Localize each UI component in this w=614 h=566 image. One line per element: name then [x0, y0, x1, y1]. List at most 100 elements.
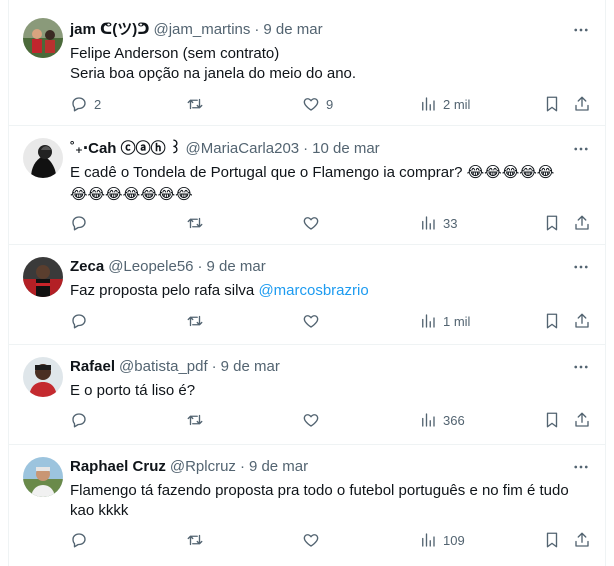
- retweet-icon: [187, 414, 203, 426]
- user-mention-link[interactable]: @marcosbrazrio: [258, 282, 368, 299]
- tweet-text-line: Seria boa opção na janela do meio do ano…: [70, 65, 357, 82]
- avatar[interactable]: [23, 257, 63, 297]
- views-count: 366: [443, 412, 465, 428]
- tweet-date[interactable]: 10 de mar: [312, 139, 380, 159]
- bookmark-button[interactable]: [543, 530, 561, 550]
- reply-icon: [72, 216, 86, 231]
- retweet-button[interactable]: [186, 530, 210, 550]
- tweet[interactable]: ˚₊‧Cah ⓒⓐⓗ ꒱ @MariaCarla203 · 10 de mar …: [9, 126, 605, 245]
- tweet[interactable]: jam ᕦ(ツ)ᕤ @jam_martins · 9 de mar Felipe…: [9, 0, 605, 126]
- more-options-button[interactable]: [571, 139, 591, 159]
- more-options-button[interactable]: [571, 357, 591, 377]
- more-horizontal-icon: [574, 265, 588, 269]
- separator: ·: [197, 258, 203, 275]
- views-icon: [422, 413, 435, 427]
- tweet[interactable]: Zeca @Leopele56 · 9 de mar Faz proposta …: [9, 245, 605, 345]
- like-button[interactable]: [302, 530, 326, 550]
- views-button[interactable]: 366: [419, 410, 465, 430]
- avatar[interactable]: [23, 138, 63, 178]
- more-options-button[interactable]: [571, 257, 591, 277]
- views-button[interactable]: 109: [419, 530, 465, 550]
- tweet-date[interactable]: 9 de mar: [263, 20, 322, 40]
- reply-button[interactable]: [70, 311, 94, 331]
- tweet-date[interactable]: 9 de mar: [221, 357, 280, 377]
- tweet-header: Raphael Cruz @Rplcruz · 9 de mar: [70, 457, 591, 477]
- avatar[interactable]: [23, 457, 63, 497]
- tweet-text: Felipe Anderson (sem contrato) Seria boa…: [70, 44, 591, 84]
- reply-count: 2: [94, 96, 102, 112]
- like-button[interactable]: [302, 410, 326, 430]
- like-button[interactable]: [302, 311, 326, 331]
- retweet-button[interactable]: [186, 213, 210, 233]
- display-name[interactable]: Raphael Cruz: [70, 457, 166, 477]
- share-button[interactable]: [573, 410, 591, 430]
- more-horizontal-icon: [574, 365, 588, 369]
- reply-feed: jam ᕦ(ツ)ᕤ @jam_martins · 9 de mar Felipe…: [9, 0, 605, 566]
- tweet-header: jam ᕦ(ツ)ᕤ @jam_martins · 9 de mar: [70, 20, 591, 40]
- retweet-icon: [187, 217, 203, 229]
- share-button[interactable]: [573, 94, 591, 114]
- tweet-header: Rafael @batista_pdf · 9 de mar: [70, 357, 591, 377]
- tweet-date[interactable]: 9 de mar: [249, 457, 308, 477]
- user-handle[interactable]: @jam_martins: [153, 20, 250, 40]
- right-border: [605, 0, 606, 566]
- user-handle[interactable]: @Rplcruz: [170, 457, 236, 477]
- tweet-text: Faz proposta pelo rafa silva @marcosbraz…: [70, 281, 591, 301]
- tweet-text: Flamengo tá fazendo proposta pra todo o …: [70, 481, 591, 521]
- tweet[interactable]: Rafael @batista_pdf · 9 de mar E o porto…: [9, 345, 605, 445]
- heart-icon: [303, 98, 319, 111]
- more-horizontal-icon: [574, 147, 588, 151]
- user-handle[interactable]: @MariaCarla203: [186, 139, 300, 159]
- retweet-icon: [187, 534, 203, 546]
- bookmark-icon: [546, 96, 558, 112]
- tweet-header: ˚₊‧Cah ⓒⓐⓗ ꒱ @MariaCarla203 · 10 de mar: [70, 139, 591, 159]
- views-button[interactable]: 2 mil: [419, 94, 470, 114]
- separator: ·: [303, 140, 309, 157]
- display-name[interactable]: Rafael: [70, 357, 115, 377]
- share-button[interactable]: [573, 213, 591, 233]
- bookmark-icon: [546, 532, 558, 548]
- views-button[interactable]: 1 mil: [419, 311, 470, 331]
- reply-button[interactable]: [70, 213, 94, 233]
- views-icon: [422, 216, 435, 230]
- bookmark-button[interactable]: [543, 213, 561, 233]
- reply-button[interactable]: 2: [70, 94, 101, 114]
- user-handle[interactable]: @Leopele56: [108, 257, 193, 277]
- retweet-button[interactable]: [186, 94, 210, 114]
- bookmark-button[interactable]: [543, 410, 561, 430]
- more-options-button[interactable]: [571, 20, 591, 40]
- more-horizontal-icon: [574, 465, 588, 469]
- more-horizontal-icon: [574, 28, 588, 32]
- bookmark-button[interactable]: [543, 311, 561, 331]
- reply-icon: [72, 413, 86, 428]
- more-options-button[interactable]: [571, 457, 591, 477]
- display-name[interactable]: ˚₊‧Cah ⓒⓐⓗ ꒱: [70, 139, 182, 159]
- tweet-text-line: Felipe Anderson (sem contrato): [70, 45, 280, 62]
- tweet-text-line: Flamengo tá fazendo proposta pra todo o …: [70, 482, 569, 499]
- tweet-actions: 366: [70, 410, 591, 430]
- retweet-button[interactable]: [186, 311, 210, 331]
- share-icon: [575, 532, 589, 547]
- user-handle[interactable]: @batista_pdf: [119, 357, 208, 377]
- avatar[interactable]: [23, 18, 63, 58]
- tweet-text-line: E o porto tá liso é?: [70, 382, 196, 399]
- like-button[interactable]: [302, 213, 326, 233]
- bookmark-icon: [546, 215, 558, 231]
- avatar[interactable]: [23, 357, 63, 397]
- share-button[interactable]: [573, 311, 591, 331]
- display-name[interactable]: jam ᕦ(ツ)ᕤ: [70, 20, 149, 40]
- tweet-text: E cadê o Tondela de Portugal que o Flame…: [70, 162, 591, 206]
- share-icon: [575, 412, 589, 427]
- tweet-date[interactable]: 9 de mar: [207, 257, 266, 277]
- separator: ·: [211, 358, 217, 375]
- reply-button[interactable]: [70, 530, 94, 550]
- like-button[interactable]: 9: [302, 94, 333, 114]
- tweet[interactable]: Raphael Cruz @Rplcruz · 9 de mar Flameng…: [9, 445, 605, 566]
- bookmark-button[interactable]: [543, 94, 561, 114]
- views-button[interactable]: 33: [419, 213, 457, 233]
- tweet-header: Zeca @Leopele56 · 9 de mar: [70, 257, 591, 277]
- retweet-button[interactable]: [186, 410, 210, 430]
- reply-button[interactable]: [70, 410, 94, 430]
- share-button[interactable]: [573, 530, 591, 550]
- display-name[interactable]: Zeca: [70, 257, 104, 277]
